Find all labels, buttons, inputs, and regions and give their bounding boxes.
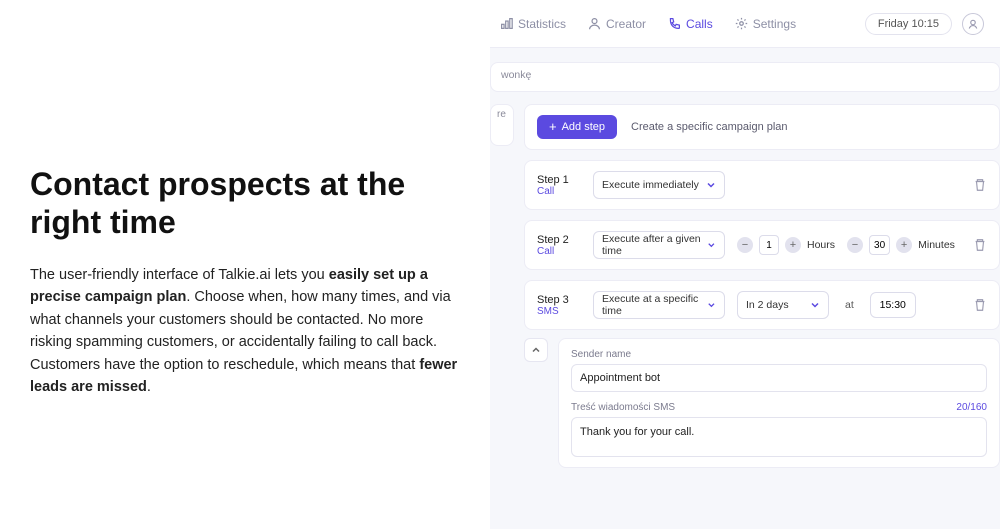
step-row: Step 1 Call Execute immediately bbox=[524, 160, 1000, 210]
add-step-button[interactable]: + Add step bbox=[537, 115, 617, 139]
chevron-down-icon bbox=[707, 300, 716, 310]
at-label: at bbox=[845, 299, 854, 311]
decrement-button[interactable]: − bbox=[847, 237, 863, 253]
sms-message-input[interactable]: Thank you for your call. bbox=[571, 417, 987, 457]
sender-name-label: Sender name bbox=[571, 349, 987, 360]
chevron-up-icon bbox=[531, 345, 541, 355]
tab-statistics[interactable]: Statistics bbox=[498, 13, 568, 35]
user-icon bbox=[967, 18, 979, 30]
page-description: The user-friendly interface of Talkie.ai… bbox=[30, 264, 465, 399]
increment-button[interactable]: + bbox=[785, 237, 801, 253]
sender-name-input[interactable] bbox=[571, 364, 987, 392]
decrement-button[interactable]: − bbox=[737, 237, 753, 253]
hours-value[interactable]: 1 bbox=[759, 235, 779, 255]
sms-message-label: Treść wiadomości SMS bbox=[571, 402, 675, 413]
trash-icon[interactable] bbox=[973, 238, 987, 252]
increment-button[interactable]: + bbox=[896, 237, 912, 253]
collapse-button[interactable] bbox=[524, 338, 548, 362]
person-icon bbox=[588, 17, 601, 30]
timing-select[interactable]: Execute after a given time bbox=[593, 231, 725, 259]
chevron-down-icon bbox=[706, 180, 716, 190]
step-row: Step 3 SMS Execute at a specific time In… bbox=[524, 280, 1000, 330]
step-kind: Call bbox=[537, 246, 581, 257]
chevron-down-icon bbox=[810, 300, 820, 310]
datetime-pill[interactable]: Friday 10:15 bbox=[865, 13, 952, 35]
step-kind: SMS bbox=[537, 306, 581, 317]
sms-detail-expander: Sender name Treść wiadomości SMS 20/160 … bbox=[524, 338, 1000, 468]
tab-calls[interactable]: Calls bbox=[666, 13, 715, 35]
hours-stepper: − 1 + Hours bbox=[737, 235, 835, 255]
step-title: Step 1 bbox=[537, 174, 581, 186]
sms-detail-panel: Sender name Treść wiadomości SMS 20/160 … bbox=[558, 338, 1000, 468]
step-row: Step 2 Call Execute after a given time −… bbox=[524, 220, 1000, 270]
time-input[interactable]: 15:30 bbox=[870, 292, 916, 318]
step-kind: Call bbox=[537, 186, 581, 197]
when-select[interactable]: In 2 days bbox=[737, 291, 829, 319]
user-avatar[interactable] bbox=[962, 13, 984, 35]
truncated-panel-top: wonkę bbox=[490, 62, 1000, 92]
add-step-card: + Add step Create a specific campaign pl… bbox=[524, 104, 1000, 150]
char-counter: 20/160 bbox=[956, 402, 987, 413]
chart-icon bbox=[500, 17, 513, 30]
chevron-down-icon bbox=[707, 240, 716, 250]
tab-settings[interactable]: Settings bbox=[733, 13, 798, 35]
timing-select[interactable]: Execute immediately bbox=[593, 171, 725, 199]
minutes-label: Minutes bbox=[918, 239, 955, 251]
hours-label: Hours bbox=[807, 239, 835, 251]
trash-icon[interactable] bbox=[973, 178, 987, 192]
phone-icon bbox=[668, 17, 681, 30]
step-title: Step 2 bbox=[537, 234, 581, 246]
trash-icon[interactable] bbox=[973, 298, 987, 312]
timing-select[interactable]: Execute at a specific time bbox=[593, 291, 725, 319]
add-step-hint: Create a specific campaign plan bbox=[631, 121, 788, 133]
campaign-steps-column: + Add step Create a specific campaign pl… bbox=[524, 104, 1000, 468]
page-heading: Contact prospects at the right time bbox=[30, 165, 465, 242]
minutes-value[interactable]: 30 bbox=[869, 235, 890, 255]
truncated-panel-left: re bbox=[490, 104, 514, 146]
step-title: Step 3 bbox=[537, 294, 581, 306]
gear-icon bbox=[735, 17, 748, 30]
minutes-stepper: − 30 + Minutes bbox=[847, 235, 955, 255]
tab-creator[interactable]: Creator bbox=[586, 13, 648, 35]
top-bar: Statistics Creator Calls Settings Friday… bbox=[490, 0, 1000, 48]
